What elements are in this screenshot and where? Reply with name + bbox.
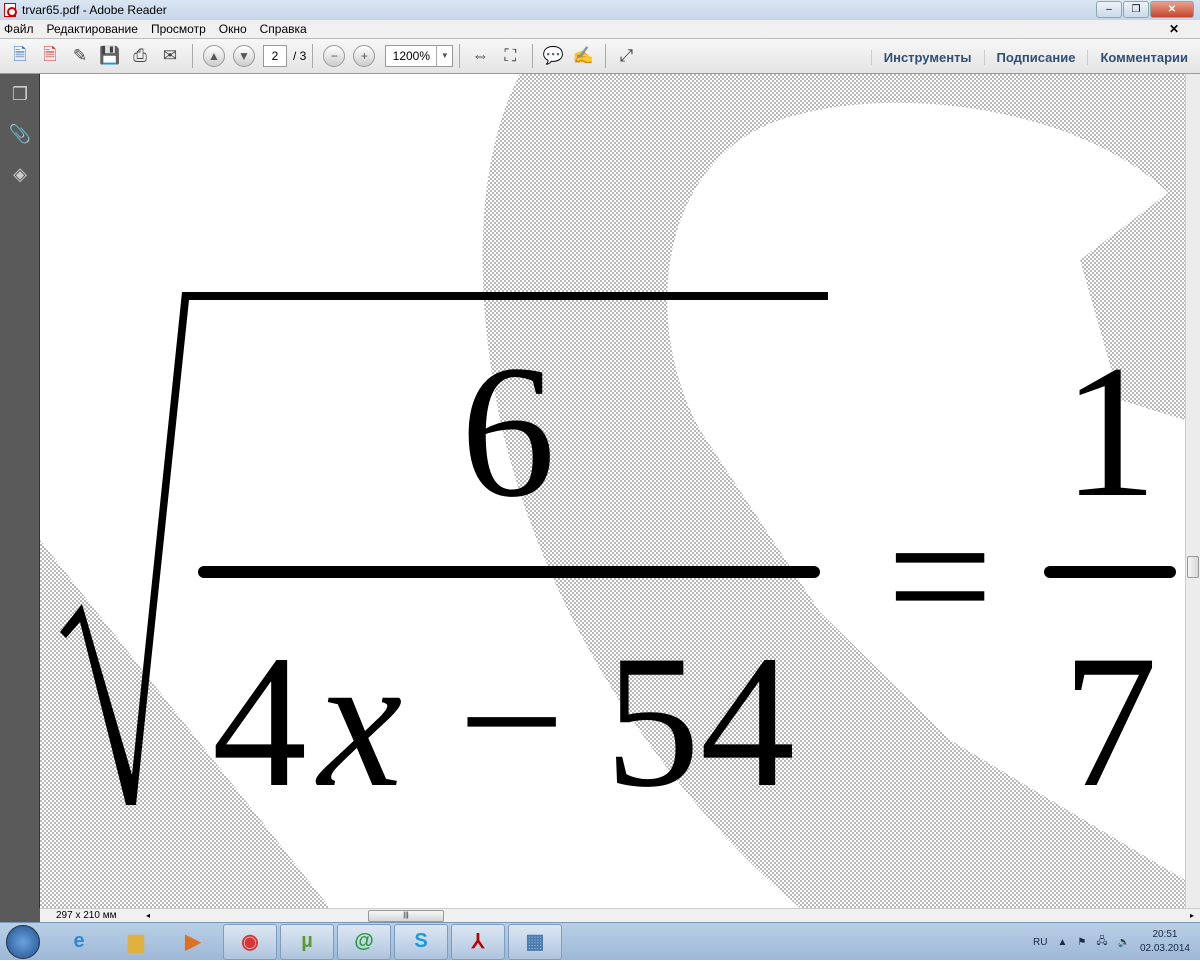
zoom-value: 1200% — [392, 49, 431, 63]
menu-file[interactable]: Файл — [4, 22, 34, 36]
explorer-icon[interactable]: ▆ — [109, 924, 163, 960]
status-bar: 297 x 210 мм ◂ ||| ▸ — [40, 908, 1200, 922]
toolbar: 🗎 🗎 ✎ 💾 ⎙ ✉ ▲ ▼ 2 / 3 − + 1200% ▼ ⇔ ⛶ 💬 ✍… — [0, 38, 1200, 74]
taskbar: e ▆ ▶ ◉ µ @ S ⅄ ▦ RU ▲ ⚑ 🖧 🔈 20:51 02.03… — [0, 922, 1200, 960]
edit-icon[interactable]: ✎ — [66, 43, 94, 69]
denominator-coef: 4 — [212, 617, 307, 827]
zoom-in-button[interactable]: + — [353, 45, 376, 67]
clock-time: 20:51 — [1152, 929, 1178, 940]
tray-expand-icon[interactable]: ▲ — [1057, 937, 1067, 948]
formula: 6 4 x − 54 = 1 7 — [40, 74, 1185, 908]
adobe-reader-taskbar-icon[interactable]: ⅄ — [451, 923, 505, 960]
utorrent-icon[interactable]: µ — [280, 923, 334, 960]
divider — [312, 44, 314, 68]
minimize-button[interactable]: – — [1096, 1, 1122, 18]
denominator-const: 54 — [605, 617, 795, 827]
page-number-input[interactable]: 2 — [263, 45, 287, 67]
create-pdf-icon[interactable]: 🗎 — [36, 43, 64, 69]
attachments-icon[interactable]: 📎 — [0, 114, 40, 154]
horizontal-scroll-thumb[interactable]: ||| — [368, 910, 444, 922]
menu-help[interactable]: Справка — [260, 22, 307, 36]
fullscreen-icon[interactable]: ⤢ — [612, 43, 640, 69]
denominator-var: x — [315, 617, 402, 827]
zoom-select[interactable]: 1200% ▼ — [385, 45, 454, 67]
menu-edit[interactable]: Редактирование — [47, 22, 138, 36]
close-button[interactable]: ✕ — [1150, 1, 1194, 18]
print-icon[interactable]: ⎙ — [126, 43, 154, 69]
divider — [532, 44, 534, 68]
rhs-fraction-line — [1044, 566, 1176, 578]
fraction-line — [198, 566, 820, 578]
open-icon[interactable]: 🗎 — [6, 43, 34, 69]
volume-icon[interactable]: 🔈 — [1117, 937, 1129, 948]
email-icon[interactable]: ✉ — [156, 43, 184, 69]
network-icon[interactable]: 🖧 — [1096, 934, 1107, 951]
tab-comments[interactable]: Комментарии — [1087, 49, 1200, 65]
scroll-right-arrow[interactable]: ▸ — [1190, 909, 1194, 922]
chevron-down-icon[interactable]: ▼ — [436, 46, 452, 66]
flag-icon[interactable]: ⚑ — [1077, 937, 1086, 948]
navigation-panel: ❐ 📎 ◈ — [0, 74, 40, 908]
pages-icon[interactable]: ❐ — [0, 74, 40, 114]
window-title: trvar65.pdf - Adobe Reader — [22, 3, 167, 17]
title-bar: trvar65.pdf - Adobe Reader – ❐ ✕ — [0, 0, 1200, 20]
ie-icon[interactable]: e — [52, 924, 106, 960]
scroll-thumb[interactable] — [1187, 556, 1199, 578]
divider — [459, 44, 461, 68]
skype-icon[interactable]: S — [394, 923, 448, 960]
rhs-denominator: 7 — [1063, 617, 1158, 827]
tab-sign[interactable]: Подписание — [983, 49, 1088, 65]
document-view[interactable]: 6 4 x − 54 = 1 7 — [40, 74, 1185, 908]
vertical-scrollbar[interactable] — [1185, 74, 1200, 908]
clock-date: 02.03.2014 — [1139, 943, 1190, 954]
next-page-button[interactable]: ▼ — [233, 45, 255, 67]
menu-bar: Файл Редактирование Просмотр Окно Справк… — [0, 20, 1200, 38]
previous-page-button[interactable]: ▲ — [203, 45, 225, 67]
divider — [605, 44, 607, 68]
page-size: 297 x 210 мм — [56, 910, 117, 921]
clock[interactable]: 20:51 02.03.2014 — [1140, 928, 1190, 956]
fit-page-icon[interactable]: ⛶ — [496, 43, 524, 69]
comment-icon[interactable]: 💬 — [539, 43, 567, 69]
maximize-button[interactable]: ❐ — [1123, 1, 1149, 18]
language-indicator[interactable]: RU — [1033, 937, 1047, 948]
highlight-icon[interactable]: ✍ — [569, 43, 597, 69]
menu-view[interactable]: Просмотр — [151, 22, 206, 36]
tab-tools[interactable]: Инструменты — [870, 49, 984, 65]
denominator-op: − — [458, 617, 565, 827]
media-player-icon[interactable]: ▶ — [166, 924, 220, 960]
rhs-numerator: 1 — [1063, 327, 1158, 537]
calculator-icon[interactable]: ▦ — [508, 923, 562, 960]
menu-window[interactable]: Окно — [219, 22, 247, 36]
divider — [192, 44, 193, 68]
fit-width-icon[interactable]: ⇔ — [466, 43, 494, 69]
panel-footer — [0, 908, 40, 922]
system-tray: RU ▲ ⚑ 🖧 🔈 20:51 02.03.2014 — [1033, 923, 1190, 961]
close-document-icon[interactable]: ✕ — [1169, 22, 1179, 36]
numerator: 6 — [461, 327, 556, 537]
mail-agent-icon[interactable]: @ — [337, 923, 391, 960]
adobe-reader-icon — [4, 3, 17, 17]
zoom-out-button[interactable]: − — [323, 45, 346, 67]
page-total: / 3 — [293, 49, 307, 63]
start-button[interactable] — [6, 924, 40, 959]
layers-icon[interactable]: ◈ — [0, 154, 40, 194]
equals-sign: = — [886, 472, 993, 682]
scroll-left-arrow[interactable]: ◂ — [146, 909, 150, 922]
chrome-icon[interactable]: ◉ — [223, 923, 277, 960]
save-icon[interactable]: 💾 — [96, 43, 124, 69]
